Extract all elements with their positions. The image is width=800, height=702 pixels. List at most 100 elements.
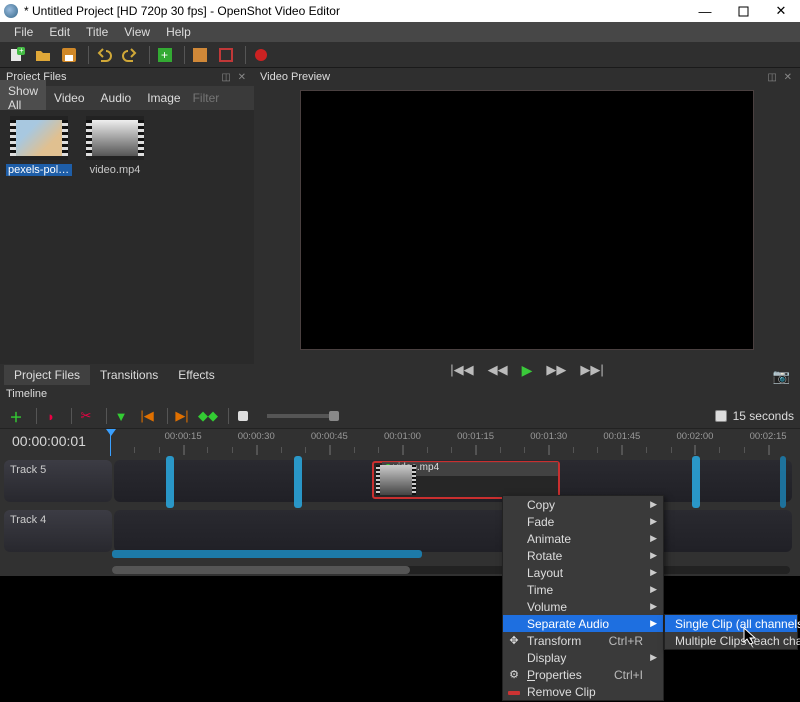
context-submenu-item[interactable]: Single Clip (all channels) <box>665 615 797 632</box>
submenu-arrow-icon: ▶ <box>650 499 657 510</box>
video-preview-panel: |◀◀ ◀◀ ▶ ▶▶ ▶▶| <box>254 86 800 386</box>
tab-effects[interactable]: Effects <box>168 365 224 385</box>
timeline-ruler[interactable]: 00:00:00:01 00:00:1500:00:3000:00:4500:0… <box>0 428 800 456</box>
tab-project-files[interactable]: Project Files <box>4 365 90 385</box>
jump-start-button[interactable]: |◀◀ <box>450 362 473 378</box>
menu-item-label: Display <box>527 651 566 665</box>
timeline-tracks: Track 5 video.mp4 Track 4 <box>0 456 800 576</box>
submenu-arrow-icon: ▶ <box>650 601 657 612</box>
menu-title[interactable]: Title <box>78 23 116 41</box>
prev-marker-button[interactable]: |◀ <box>137 407 157 425</box>
timeline-clip[interactable]: video.mp4 <box>372 461 560 499</box>
menu-item-label: Rotate <box>527 549 562 563</box>
timeline-panel-header: Timeline <box>0 386 800 404</box>
jump-end-button[interactable]: ▶▶| <box>580 362 603 378</box>
menu-item-shortcut: Ctrl+R <box>609 634 643 648</box>
clip-thumbnail <box>376 465 416 495</box>
ruler-tick: 00:00:30 <box>238 431 275 442</box>
window-close-button[interactable]: ✕ <box>762 0 800 22</box>
window-titlebar: * Untitled Project [HD 720p 30 fps] - Op… <box>0 0 800 22</box>
thumbnail-label: video.mp4 <box>82 164 148 176</box>
add-marker-button[interactable]: ▼ <box>111 407 131 425</box>
menu-item-icon: ✥ <box>507 634 521 647</box>
profile-button[interactable] <box>189 45 211 65</box>
menu-edit[interactable]: Edit <box>41 23 78 41</box>
zoom-slider[interactable] <box>267 414 337 418</box>
menu-help[interactable]: Help <box>158 23 199 41</box>
menu-item-label: Animate <box>527 532 571 546</box>
track-label[interactable]: Track 5 <box>4 460 112 502</box>
add-track-button[interactable]: ＋ <box>6 407 26 425</box>
camera-icon[interactable]: 📷 <box>773 368 790 385</box>
context-menu-item[interactable]: ⚙PropertiesCtrl+I <box>503 666 663 683</box>
menu-file[interactable]: File <box>6 23 41 41</box>
menu-item-icon <box>507 686 521 698</box>
ruler-tick: 00:00:45 <box>311 431 348 442</box>
context-menu-item[interactable]: Copy▶ <box>503 496 663 513</box>
track-lane[interactable] <box>114 510 792 552</box>
zoom-lock-checkbox[interactable] <box>715 410 727 422</box>
dock-controls-icon[interactable]: ◫ ✕ <box>767 72 794 83</box>
redo-button[interactable] <box>119 45 141 65</box>
context-menu-item[interactable]: Time▶ <box>503 581 663 598</box>
context-menu-item[interactable]: Separate Audio ▶ <box>503 615 663 632</box>
timeline-toolbar: ＋ ◗ ✂ ▼ |◀ ▶| ◆◆ 15 seconds <box>0 404 800 428</box>
separate-audio-submenu: Single Clip (all channels)Multiple Clips… <box>664 614 798 650</box>
open-project-button[interactable] <box>32 45 54 65</box>
filter-video-tab[interactable]: Video <box>46 87 92 109</box>
context-submenu-item[interactable]: Multiple Clips (each channel) <box>665 632 797 649</box>
context-menu-item[interactable]: Fade▶ <box>503 513 663 530</box>
window-minimize-button[interactable]: — <box>686 0 724 22</box>
import-files-button[interactable]: + <box>154 45 176 65</box>
main-toolbar: + + <box>0 42 800 68</box>
context-menu-item[interactable]: Volume▶ <box>503 598 663 615</box>
menu-item-label: Transform <box>527 634 581 648</box>
tab-transitions[interactable]: Transitions <box>90 365 168 385</box>
context-menu-item[interactable]: Rotate ▶ <box>503 547 663 564</box>
undo-button[interactable] <box>93 45 115 65</box>
project-file-item[interactable]: video.mp4 <box>82 116 148 176</box>
submenu-arrow-icon: ▶ <box>650 550 657 561</box>
menu-item-label: Separate Audio <box>527 617 609 631</box>
export-video-button[interactable] <box>250 45 272 65</box>
context-menu-item[interactable]: Display▶ <box>503 649 663 666</box>
filter-image-tab[interactable]: Image <box>139 87 188 109</box>
context-menu-item[interactable]: Animate▶ <box>503 530 663 547</box>
center-playhead-button[interactable]: ◆◆ <box>198 407 218 425</box>
filter-audio-tab[interactable]: Audio <box>93 87 140 109</box>
zoom-reset-button[interactable] <box>233 407 253 425</box>
project-file-item[interactable]: pexels-polina-ta... <box>6 116 72 176</box>
dock-controls-icon[interactable]: ◫ ✕ <box>221 72 248 83</box>
new-project-button[interactable]: + <box>6 45 28 65</box>
menu-view[interactable]: View <box>116 23 158 41</box>
audio-waveform[interactable] <box>112 550 422 558</box>
marker-icon[interactable] <box>166 456 174 508</box>
marker-icon[interactable] <box>780 456 786 508</box>
marker-icon[interactable] <box>294 456 302 508</box>
razor-button[interactable]: ✂ <box>76 407 96 425</box>
video-preview-area[interactable] <box>300 90 754 350</box>
menubar: File Edit Title View Help <box>0 22 800 42</box>
menu-item-icon: ⚙ <box>507 668 521 681</box>
fast-forward-button[interactable]: ▶▶ <box>546 362 566 378</box>
next-marker-button[interactable]: ▶| <box>172 407 192 425</box>
play-button[interactable]: ▶ <box>522 362 533 379</box>
context-menu-item[interactable]: Remove Clip <box>503 683 663 700</box>
rewind-button[interactable]: ◀◀ <box>488 362 508 378</box>
ruler-tick: 00:02:00 <box>676 431 713 442</box>
save-project-button[interactable] <box>58 45 80 65</box>
window-maximize-button[interactable] <box>724 0 762 22</box>
marker-icon[interactable] <box>692 456 700 508</box>
snap-button[interactable]: ◗ <box>41 407 61 425</box>
context-menu-item[interactable]: ✥ Transform Ctrl+R <box>503 632 663 649</box>
submenu-arrow-icon: ▶ <box>650 584 657 595</box>
track-lane[interactable]: video.mp4 <box>114 460 792 502</box>
track-label[interactable]: Track 4 <box>4 510 112 552</box>
timeline-scrollbar[interactable] <box>112 566 790 574</box>
thumbnail-image <box>10 116 68 160</box>
fullscreen-button[interactable] <box>215 45 237 65</box>
project-files-panel: Show All Video Audio Image pexels-polina… <box>0 86 254 386</box>
context-menu-item[interactable]: Layout▶ <box>503 564 663 581</box>
submenu-arrow-icon: ▶ <box>650 618 657 629</box>
app-icon <box>4 4 18 18</box>
